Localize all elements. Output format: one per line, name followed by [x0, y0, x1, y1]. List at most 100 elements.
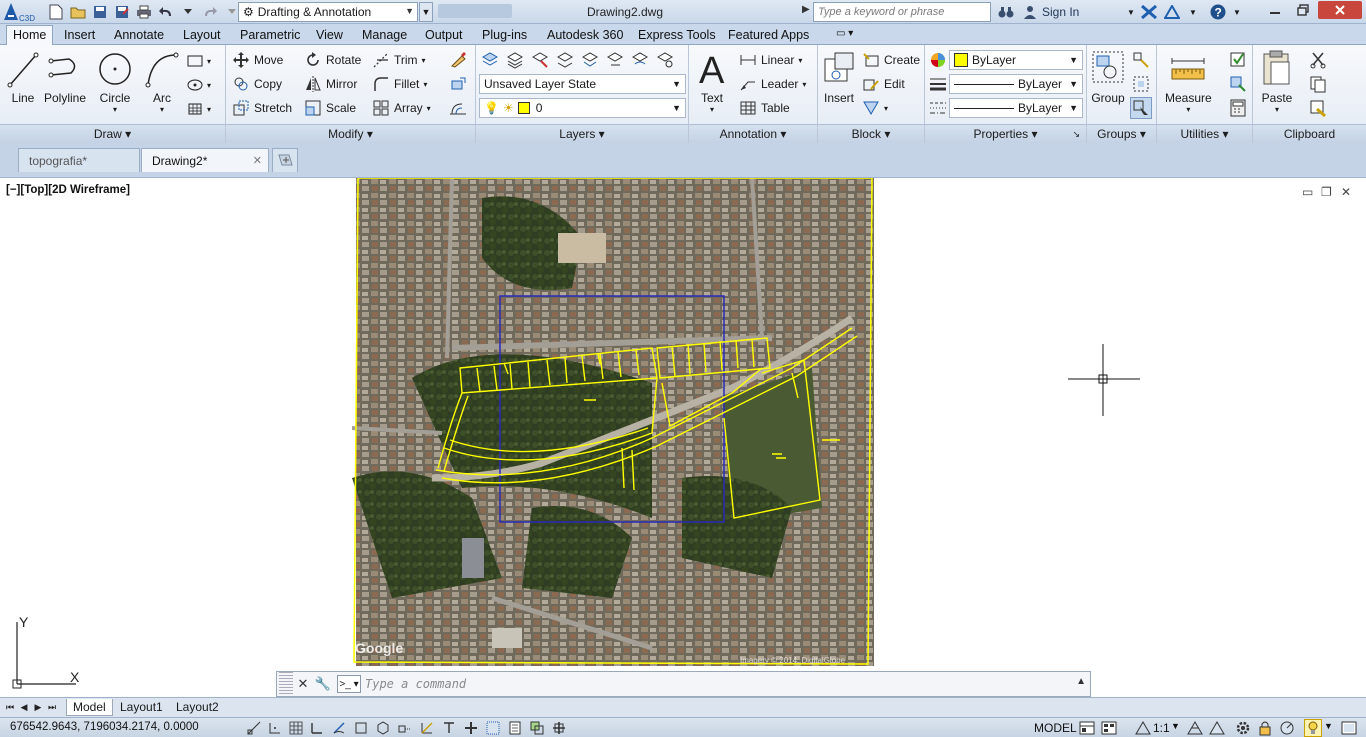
groups-panel-title[interactable]: Groups ▾ [1087, 124, 1156, 143]
array-button[interactable]: Array ▾ [372, 98, 431, 118]
sign-in-dropdown-icon[interactable]: ▼ [1122, 3, 1140, 21]
tab-annotate[interactable]: Annotate [108, 26, 170, 45]
tab-express-tools[interactable]: Express Tools [632, 26, 722, 45]
customize-qat-button[interactable]: ▼ [419, 2, 433, 22]
group-selection-icon[interactable] [1130, 97, 1152, 119]
new-file-icon[interactable] [46, 2, 66, 22]
lineweight-icon[interactable] [927, 73, 949, 95]
ungroup-icon[interactable] [1130, 49, 1152, 71]
viewport-close-icon[interactable]: ✕ [1341, 185, 1351, 199]
application-menu-button[interactable]: C3D [2, 1, 40, 23]
calculator-icon[interactable] [1227, 97, 1249, 119]
snap-mode-icon[interactable] [266, 719, 284, 737]
text-button[interactable]: A Text ▾ [697, 49, 727, 114]
tab-layout2[interactable]: Layout2 [170, 699, 225, 716]
polyline-button[interactable]: Polyline [44, 49, 86, 105]
tab-model[interactable]: Model [66, 699, 113, 716]
model-space-toggle[interactable]: MODEL [1034, 721, 1077, 735]
linear-button[interactable]: Linear ▾ [739, 50, 802, 70]
move-button[interactable]: Move [232, 50, 283, 70]
erase-icon[interactable] [447, 49, 469, 71]
clipboard-panel-title[interactable]: Clipboard [1253, 124, 1366, 143]
explode-icon[interactable] [447, 73, 469, 95]
leader-button[interactable]: Leader ▾ [739, 74, 806, 94]
search-expand-icon[interactable]: ▶ [802, 4, 812, 20]
minimize-window-icon[interactable] [1260, 1, 1290, 19]
scale-dropdown-icon[interactable]: ▼ [1171, 721, 1180, 731]
match-properties-brush-icon[interactable] [1307, 97, 1329, 119]
linetype-icon[interactable] [927, 97, 949, 119]
quick-properties-icon[interactable] [506, 719, 524, 737]
layer-walk-icon[interactable] [654, 49, 676, 71]
clean-screen-icon[interactable] [1340, 719, 1358, 737]
fillet-button[interactable]: Fillet ▾ [372, 74, 427, 94]
circle-button[interactable]: Circle ▾ [97, 49, 133, 114]
annotation-scale-value[interactable]: 1:1 [1153, 721, 1170, 735]
dialog-launcher-icon[interactable]: ↘ [1072, 125, 1080, 144]
insert-block-button[interactable]: Insert [822, 49, 856, 105]
create-block-button[interactable]: Create [862, 50, 920, 70]
viewport-minimize-icon[interactable]: ▭ [1302, 185, 1313, 199]
offset-icon[interactable] [447, 97, 469, 119]
help-icon[interactable]: ? [1209, 3, 1227, 21]
previous-tab-icon[interactable]: ◀ [18, 700, 30, 714]
exchange-apps-icon[interactable] [1140, 3, 1158, 21]
tab-parametric[interactable]: Parametric [234, 26, 306, 45]
layer-match-icon[interactable] [604, 49, 626, 71]
layer-properties-icon[interactable] [479, 49, 501, 71]
arc-button[interactable]: Arc ▾ [144, 49, 180, 114]
open-folder-icon[interactable] [68, 2, 88, 22]
cursor-coordinates[interactable]: 676542.9643, 7196034.2174, 0.0000 [10, 721, 199, 733]
measure-button[interactable]: Measure ▾ [1165, 49, 1212, 114]
help-dropdown-icon[interactable]: ▼ [1228, 3, 1246, 21]
new-tab-button[interactable] [272, 148, 298, 172]
modify-panel-title[interactable]: Modify ▾ [226, 124, 475, 143]
rotate-button[interactable]: Rotate [304, 50, 361, 70]
table-button[interactable]: Table [739, 98, 790, 118]
quick-view-drawings-icon[interactable] [1100, 719, 1118, 737]
dynamic-input-icon[interactable] [440, 719, 458, 737]
wrench-icon[interactable]: 🔧 [313, 674, 333, 694]
paste-button[interactable]: Paste ▾ [1259, 49, 1295, 114]
close-window-icon[interactable] [1318, 1, 1362, 19]
layer-dropdown[interactable]: 💡 ☀ 0 ▼ [479, 98, 686, 118]
group-button[interactable]: Group [1090, 49, 1126, 105]
rectangle-dropdown-icon[interactable]: ▾ [203, 50, 215, 72]
layer-state-icon[interactable] [504, 49, 526, 71]
undo-dropdown-icon[interactable] [178, 2, 198, 22]
tab-output[interactable]: Output [419, 26, 469, 45]
3d-object-snap-icon[interactable] [374, 719, 392, 737]
tab-view[interactable]: View [310, 26, 349, 45]
lineweight-dropdown[interactable]: ByLayer ▼ [949, 74, 1083, 94]
annotation-monitor-icon[interactable] [550, 719, 568, 737]
draw-panel-title[interactable]: Draw ▾ [0, 124, 225, 143]
workspace-selector[interactable]: ⚙ Drafting & Annotation ▼ [238, 2, 418, 22]
scale-button[interactable]: Scale [304, 98, 356, 118]
gradient-dropdown-icon[interactable]: ▾ [203, 98, 215, 120]
annotation-visibility-icon[interactable] [1186, 719, 1204, 737]
annotation-panel-title[interactable]: Annotation ▾ [689, 124, 817, 143]
status-bar-menu-icon[interactable]: ▼ [1324, 721, 1333, 731]
stretch-button[interactable]: Stretch [232, 98, 292, 118]
dynamic-ucs-icon[interactable] [418, 719, 436, 737]
transparency-icon[interactable] [484, 719, 502, 737]
workspace-switching-gear-icon[interactable] [1234, 719, 1252, 737]
group-edit-icon[interactable] [1130, 73, 1152, 95]
close-command-line-icon[interactable]: ✕ [293, 674, 313, 694]
cut-scissors-icon[interactable] [1307, 49, 1329, 71]
polar-tracking-icon[interactable] [330, 719, 348, 737]
hatch-dropdown-icon[interactable]: ▾ [203, 74, 215, 96]
object-snap-tracking-icon[interactable] [396, 719, 414, 737]
save-as-icon[interactable] [112, 2, 132, 22]
grid-display-icon[interactable] [287, 719, 305, 737]
properties-panel-title[interactable]: Properties ▾ ↘ [925, 124, 1086, 143]
block-panel-title[interactable]: Block ▾ [818, 124, 924, 143]
select-all-icon[interactable] [1227, 73, 1249, 95]
plot-printer-icon[interactable] [134, 2, 154, 22]
tab-home[interactable]: Home [6, 25, 54, 46]
layer-isolate-icon[interactable] [529, 49, 551, 71]
next-tab-icon[interactable]: ▶ [32, 700, 44, 714]
command-history-icon[interactable]: ▲ [1076, 676, 1086, 687]
copy-button[interactable]: Copy [232, 74, 282, 94]
selection-cycling-icon[interactable] [528, 719, 546, 737]
